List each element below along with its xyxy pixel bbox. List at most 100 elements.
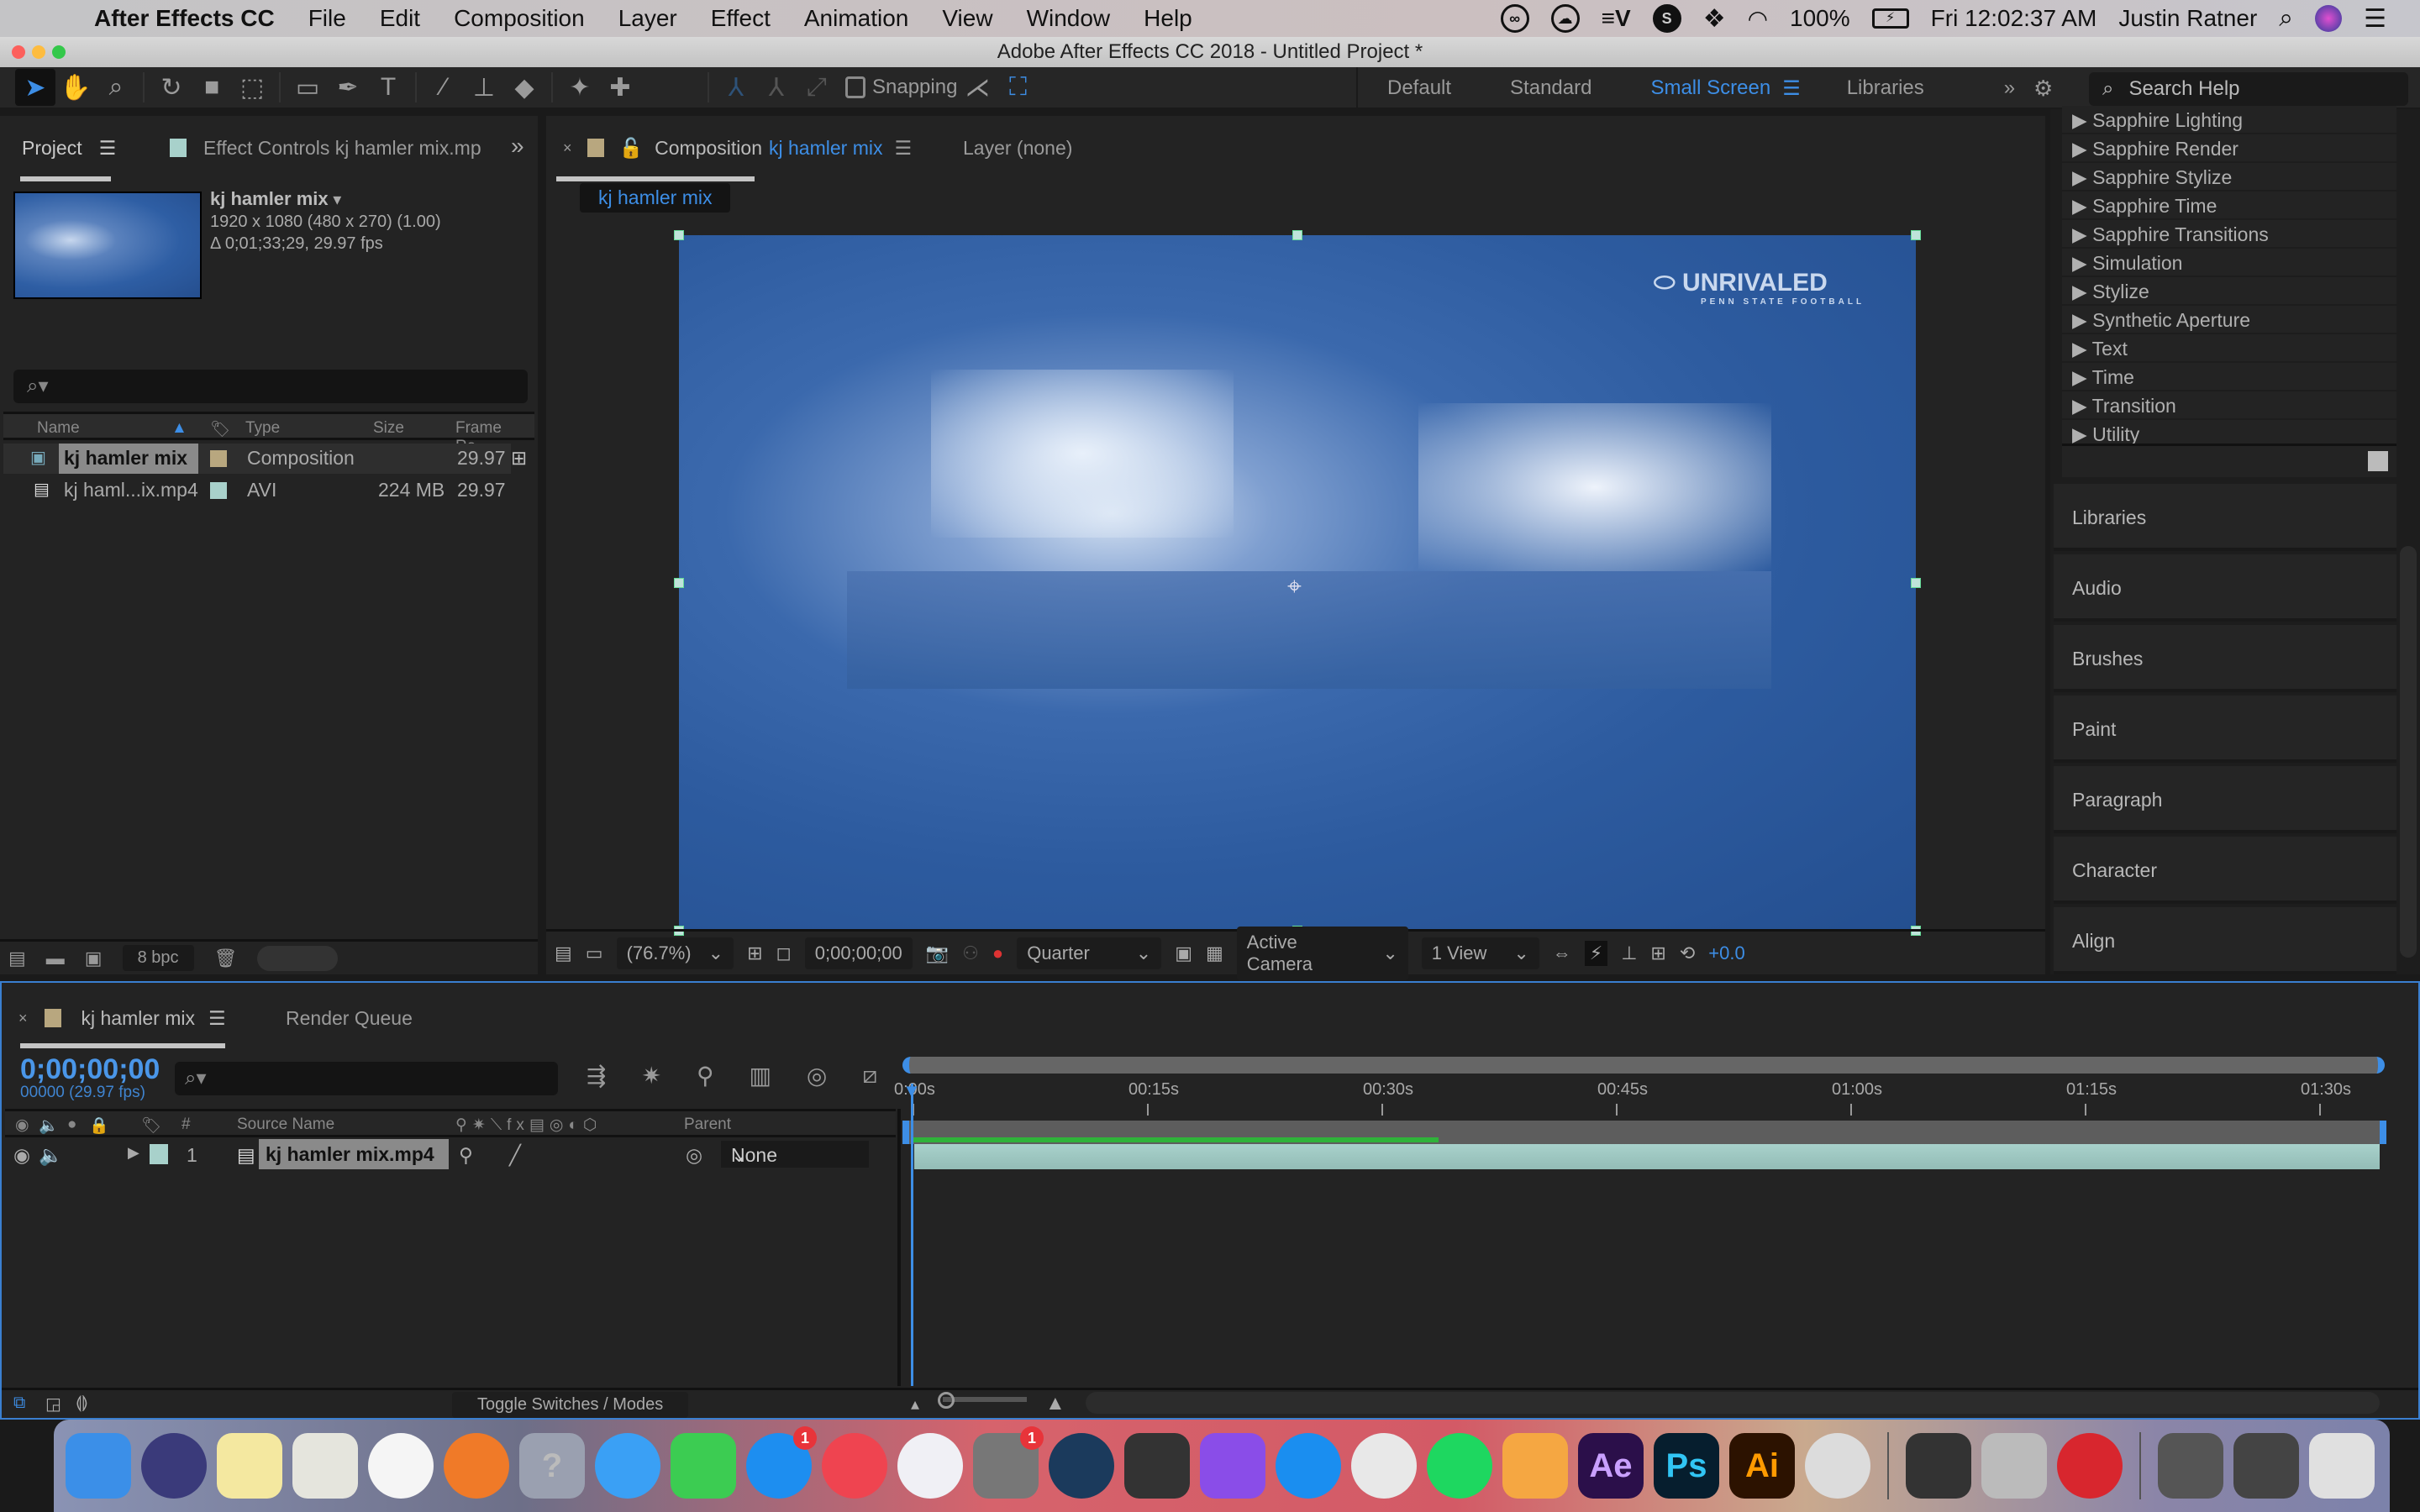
local-axis-icon[interactable]: ⅄: [716, 69, 756, 106]
effect-category-sapphire-transitions[interactable]: ▶ Sapphire Transitions: [2062, 220, 2396, 249]
dock-facetime-icon[interactable]: [671, 1433, 736, 1499]
new-folder-icon[interactable]: ▬: [46, 948, 65, 969]
sort-ascending-icon[interactable]: ▲: [171, 419, 187, 438]
transparency-grid-icon[interactable]: ▦: [1206, 942, 1223, 964]
tab-render-queue[interactable]: Render Queue: [286, 1003, 413, 1033]
dock-itunes-icon[interactable]: [897, 1433, 963, 1499]
zoom-window-button[interactable]: [52, 45, 66, 59]
search-help-field[interactable]: ⌕ Search Help: [2089, 72, 2408, 106]
toggle-switches-modes-button[interactable]: Toggle Switches / Modes: [452, 1392, 689, 1418]
camera-tool-icon[interactable]: ■: [192, 69, 232, 106]
column-parent[interactable]: Parent: [684, 1116, 731, 1134]
dock-system-information-icon[interactable]: [1981, 1433, 2047, 1499]
layer-name[interactable]: kj hamler mix.mp4: [259, 1139, 449, 1169]
dock-maps-icon[interactable]: [292, 1433, 358, 1499]
trash-icon[interactable]: 🗑: [214, 948, 238, 969]
audio-icon[interactable]: 🔈: [39, 1116, 59, 1136]
panel-menu-icon[interactable]: ☰: [99, 137, 117, 160]
minimize-window-button[interactable]: [32, 45, 45, 59]
panel-character[interactable]: Character: [2054, 837, 2396, 904]
dock-unknown-icon[interactable]: ?: [519, 1433, 585, 1499]
panel-menu-icon[interactable]: ☰: [894, 137, 912, 160]
expand-arrow-icon[interactable]: ▶: [2072, 395, 2092, 417]
shy-layers-icon[interactable]: ⚲: [697, 1062, 714, 1089]
always-preview-icon[interactable]: ▤: [555, 942, 572, 964]
effect-category-sapphire-lighting[interactable]: ▶ Sapphire Lighting: [2062, 106, 2396, 134]
expand-arrow-icon[interactable]: ▶: [2072, 423, 2092, 445]
effect-category-synthetic-aperture[interactable]: ▶ Synthetic Aperture: [2062, 306, 2396, 334]
dock-messages-icon[interactable]: [595, 1433, 660, 1499]
snap-edges-icon[interactable]: ⋌: [957, 69, 997, 106]
time-ruler[interactable]: 0:00s 00:15s 00:30s 00:45s 01:00s 01:15s 01:30…: [894, 1057, 2390, 1144]
snapping-toggle[interactable]: Snapping: [845, 76, 957, 99]
dock-imovie-icon[interactable]: [1200, 1433, 1265, 1499]
graph-editor-icon[interactable]: ⧄: [862, 1062, 877, 1089]
snapping-checkbox[interactable]: [845, 76, 865, 98]
wifi-icon[interactable]: ◠: [1748, 5, 1768, 33]
dock-safari-icon[interactable]: [1276, 1433, 1341, 1499]
time-navigator[interactable]: [902, 1057, 2385, 1074]
video-frame[interactable]: ⬭ UNRIVALED PENN STATE FOOTBALL ⌖: [679, 235, 1916, 931]
menu-composition[interactable]: Composition: [454, 5, 585, 32]
icloud-icon[interactable]: ☁: [1550, 4, 1580, 33]
timeline-zoom-slider[interactable]: [943, 1397, 1027, 1402]
expand-arrow-icon[interactable]: ▶: [2072, 109, 2092, 131]
view-layout-dropdown[interactable]: 1 View ⌄: [1421, 937, 1539, 969]
dock-chrome-icon[interactable]: [1351, 1433, 1417, 1499]
tab-project[interactable]: Project ☰: [22, 133, 116, 163]
project-search-input[interactable]: ⌕▾: [13, 370, 528, 403]
expand-arrow-icon[interactable]: ▶: [2072, 223, 2092, 245]
pan-behind-tool-icon[interactable]: ⬚: [232, 69, 272, 106]
user-name[interactable]: Justin Ratner: [2118, 5, 2257, 32]
pen-tool-icon[interactable]: ✒: [328, 69, 368, 106]
dock-photoshop-icon[interactable]: Ps: [1654, 1433, 1719, 1499]
layer-switches-pane-icon[interactable]: ⧉: [13, 1394, 25, 1413]
dock-siri-icon[interactable]: [141, 1433, 207, 1499]
effect-category-time[interactable]: ▶ Time: [2062, 363, 2396, 391]
dock-cinema-4d-icon[interactable]: [1805, 1433, 1870, 1499]
column-label-icon[interactable]: 🏷: [210, 419, 230, 439]
effect-category-text[interactable]: ▶ Text: [2062, 334, 2396, 363]
expand-arrow-icon[interactable]: ▶: [2072, 138, 2092, 160]
timeline-icon[interactable]: ⊥: [1621, 942, 1637, 964]
menu-help[interactable]: Help: [1144, 5, 1192, 32]
panel-paint[interactable]: Paint: [2054, 696, 2396, 763]
tab-timeline-comp[interactable]: × kj hamler mix ☰: [18, 1003, 226, 1033]
flowchart-icon[interactable]: ⊞: [511, 447, 527, 470]
frame-blending-icon[interactable]: ▥: [749, 1062, 771, 1089]
video-visibility-icon[interactable]: ◉: [15, 1116, 29, 1135]
dock-firefox-icon[interactable]: [444, 1433, 509, 1499]
tab-layer[interactable]: Layer (none): [963, 133, 1072, 163]
label-column-icon[interactable]: 🏷: [141, 1116, 161, 1136]
zoom-tool-icon[interactable]: ⌕: [96, 69, 136, 106]
region-of-interest-icon[interactable]: ▣: [1175, 942, 1192, 964]
interpret-footage-icon[interactable]: ▤: [8, 948, 26, 969]
new-composition-icon[interactable]: ▣: [85, 948, 103, 969]
project-item-row[interactable]: ▤ kj haml...ix.mp4 AVI 224 MB 29.97: [3, 475, 511, 506]
workspace-standard[interactable]: Standard: [1510, 76, 1591, 100]
effect-category-stylize[interactable]: ▶ Stylize: [2062, 277, 2396, 306]
panel-paragraph[interactable]: Paragraph: [2054, 766, 2396, 833]
timeline-search-input[interactable]: ⌕▾: [175, 1062, 558, 1095]
dock-photos-icon[interactable]: [368, 1433, 434, 1499]
expand-arrow-icon[interactable]: ▶: [2072, 166, 2092, 188]
close-window-button[interactable]: [12, 45, 25, 59]
quality-switch-icon[interactable]: ╱: [509, 1144, 521, 1167]
color-channels-icon[interactable]: ●: [992, 942, 1003, 964]
dropbox-icon[interactable]: ❖: [1703, 4, 1726, 34]
expand-arrow-icon[interactable]: ▶: [2072, 252, 2092, 274]
selection-tool-icon[interactable]: ➤: [15, 69, 55, 106]
dock-document-2-icon[interactable]: [2233, 1433, 2299, 1499]
camera-dropdown[interactable]: Active Camera ⌄: [1236, 926, 1408, 980]
transform-handle[interactable]: [1292, 230, 1302, 240]
layer-row[interactable]: ◉ 🔈 ▶ 1 ▤ kj hamler mix.mp4 ⚲ ╱ ◎ None ⌄: [5, 1139, 896, 1171]
panel-libraries[interactable]: Libraries: [2054, 484, 2396, 551]
roto-brush-tool-icon[interactable]: ✦: [560, 69, 600, 106]
zoom-out-icon[interactable]: ▴: [911, 1394, 919, 1415]
dock-news-icon[interactable]: [822, 1433, 887, 1499]
battery-percent[interactable]: 100%: [1790, 5, 1850, 32]
expand-arrow-icon[interactable]: ▶: [2072, 309, 2092, 331]
more-workspaces-icon[interactable]: »: [2004, 76, 2015, 100]
rotation-tool-icon[interactable]: ↻: [151, 69, 192, 106]
menu-effect[interactable]: Effect: [711, 5, 771, 32]
